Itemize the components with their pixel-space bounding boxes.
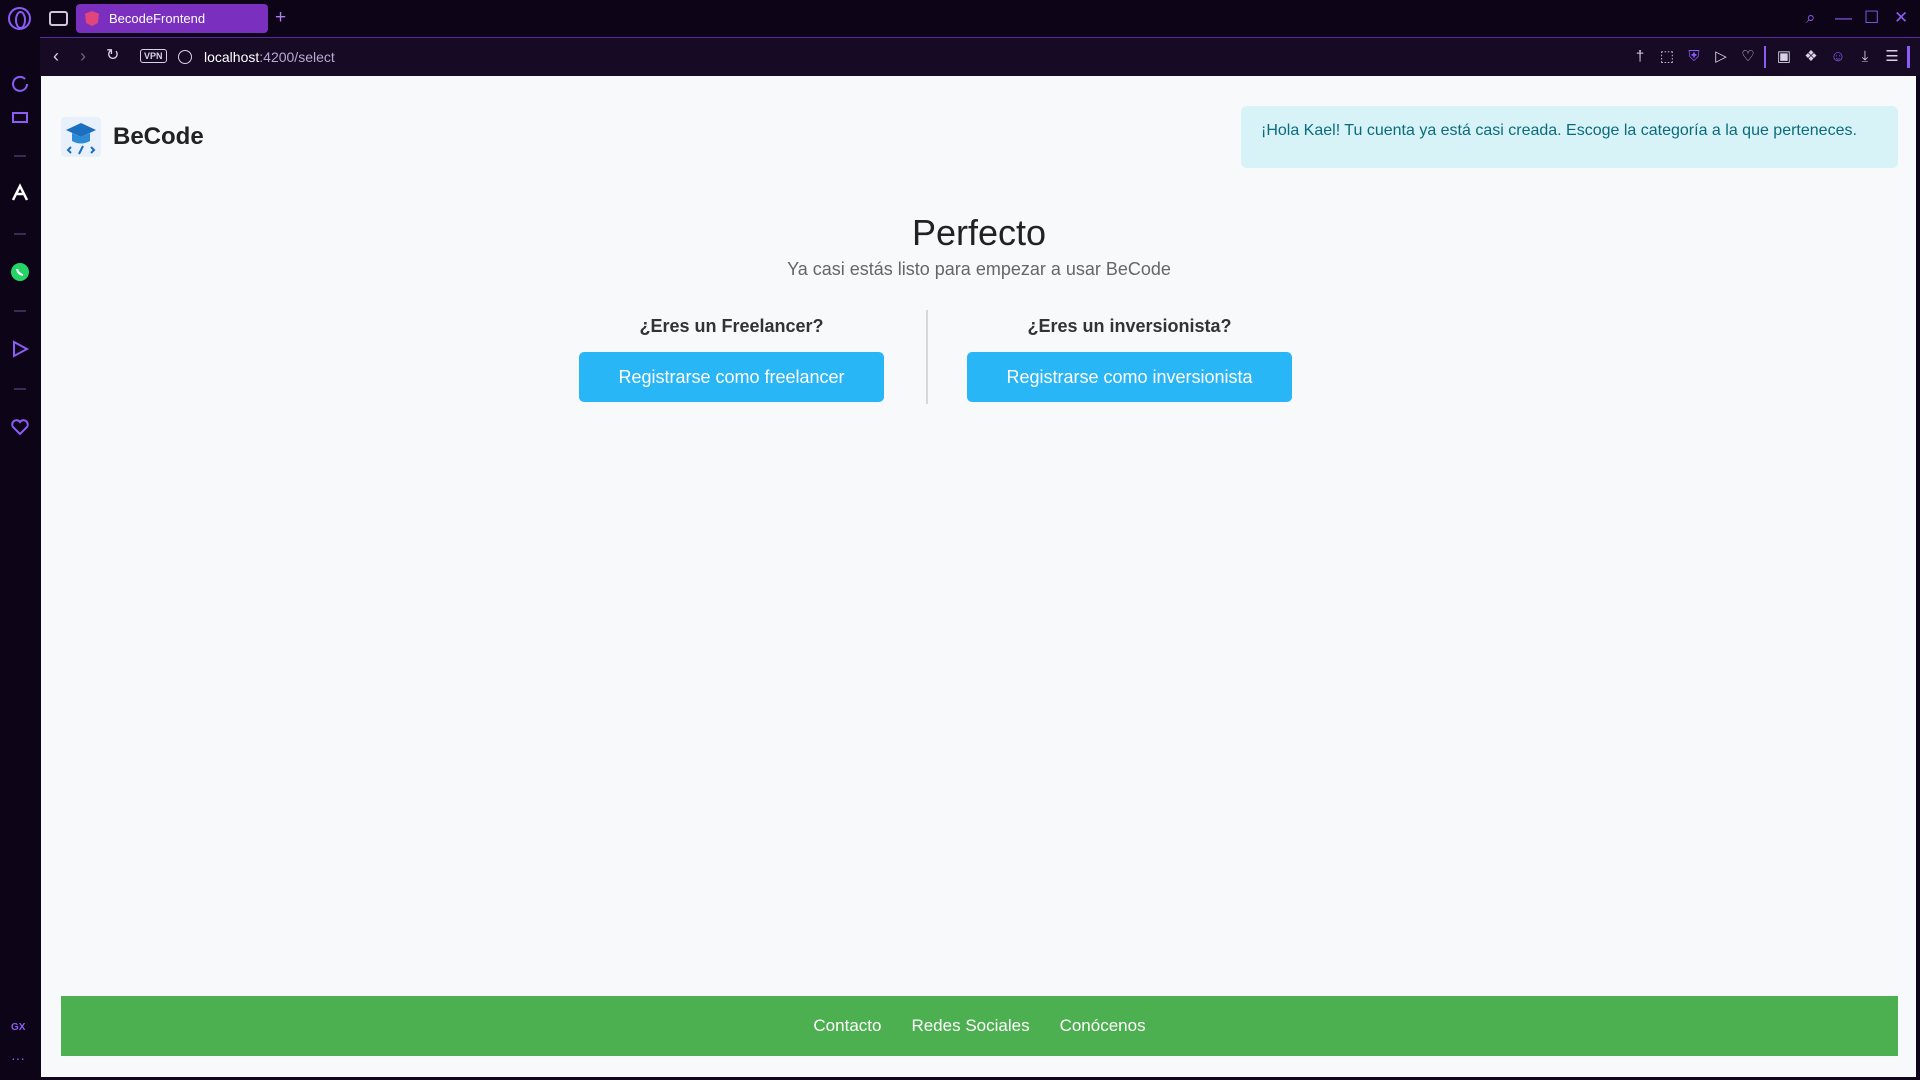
gx-sidebar: GX ··· bbox=[0, 37, 40, 1080]
sidebar-separator bbox=[14, 388, 26, 390]
gx-control-button[interactable]: GX bbox=[11, 1022, 25, 1033]
close-window-icon[interactable]: ✕ bbox=[1894, 8, 1908, 28]
investor-question: ¿Eres un inversionista? bbox=[1027, 316, 1232, 336]
history-icon[interactable] bbox=[10, 74, 30, 94]
shield-icon[interactable]: ⛨ bbox=[1685, 48, 1703, 66]
play-icon[interactable]: ▷ bbox=[1712, 48, 1730, 66]
tab-becodefrontend[interactable]: BecodeFrontend bbox=[76, 4, 268, 33]
page-title: Perfecto bbox=[911, 212, 1047, 253]
pin-icon[interactable]: † bbox=[1631, 48, 1649, 66]
snapshot-icon[interactable]: ⬚ bbox=[1658, 48, 1676, 66]
new-tab-button[interactable]: + bbox=[275, 6, 286, 30]
page-viewport: BeCode ¡Hola Kael! Tu cuenta ya está cas… bbox=[41, 76, 1916, 1077]
toolbar-edge-accent bbox=[1907, 46, 1910, 68]
wallet-icon[interactable]: ▣ bbox=[1775, 48, 1793, 66]
address-bar: ‹ › ↻ VPN localhost:4200/select † ⬚ ⛨ ▷ … bbox=[40, 37, 1920, 76]
column-divider bbox=[926, 310, 928, 404]
gx-corner-icon[interactable] bbox=[10, 106, 30, 126]
heart-icon[interactable] bbox=[10, 417, 30, 437]
register-investor-button[interactable]: Registrarse como inversionista bbox=[967, 352, 1292, 402]
menu-icon[interactable]: ☰ bbox=[1883, 48, 1901, 66]
freelancer-question: ¿Eres un Freelancer? bbox=[639, 316, 824, 336]
angular-favicon-icon bbox=[85, 11, 99, 26]
tab-switcher-icon[interactable] bbox=[49, 11, 68, 26]
player-icon[interactable] bbox=[10, 339, 30, 359]
page-subtitle: Ya casi estás listo para empezar a usar … bbox=[787, 259, 1171, 279]
welcome-alert: ¡Hola Kael! Tu cuenta ya está casi cread… bbox=[1241, 106, 1898, 168]
url-field[interactable]: localhost:4200/select bbox=[204, 49, 335, 65]
reload-icon[interactable]: ↻ bbox=[106, 46, 119, 66]
vpn-badge[interactable]: VPN bbox=[140, 49, 167, 63]
sidebar-more-icon[interactable]: ··· bbox=[11, 1050, 25, 1066]
register-freelancer-button[interactable]: Registrarse como freelancer bbox=[579, 352, 884, 402]
footer-link-contacto[interactable]: Contacto bbox=[813, 1016, 881, 1036]
sidebar-separator bbox=[14, 155, 26, 157]
profile-icon[interactable]: ☺ bbox=[1829, 48, 1847, 66]
footer-link-conocenos[interactable]: Conócenos bbox=[1060, 1016, 1146, 1036]
aria-ai-icon[interactable] bbox=[10, 183, 30, 203]
minimize-icon[interactable]: — bbox=[1835, 8, 1852, 28]
tab-title: BecodeFrontend bbox=[109, 11, 206, 26]
download-icon[interactable]: ⤓ bbox=[1856, 48, 1874, 66]
tab-bar: BecodeFrontend + ⌕ — ☐ ✕ bbox=[0, 0, 1920, 37]
footer-link-redes-sociales[interactable]: Redes Sociales bbox=[911, 1016, 1029, 1036]
opera-gx-logo-icon[interactable] bbox=[8, 7, 31, 30]
browser-window: BecodeFrontend + ⌕ — ☐ ✕ GX ··· ‹ › ↻ VP… bbox=[0, 0, 1920, 1080]
brand[interactable]: BeCode bbox=[61, 117, 204, 157]
footer: Contacto Redes Sociales Conócenos bbox=[61, 996, 1898, 1056]
toolbar-divider bbox=[1764, 46, 1766, 68]
brand-name: BeCode bbox=[113, 123, 204, 150]
heart-outline-icon[interactable]: ♡ bbox=[1739, 48, 1757, 66]
maximize-icon[interactable]: ☐ bbox=[1864, 8, 1879, 28]
becode-logo-icon bbox=[61, 117, 101, 157]
back-icon[interactable]: ‹ bbox=[53, 46, 59, 66]
url-path: :4200/select bbox=[259, 49, 335, 65]
sidebar-separator bbox=[14, 233, 26, 235]
forward-icon[interactable]: › bbox=[80, 46, 86, 66]
site-info-icon[interactable] bbox=[178, 50, 192, 64]
extensions-icon[interactable]: ❖ bbox=[1802, 48, 1820, 66]
sidebar-separator bbox=[14, 310, 26, 312]
search-icon[interactable]: ⌕ bbox=[1806, 8, 1816, 28]
whatsapp-icon[interactable] bbox=[10, 262, 30, 282]
url-host: localhost bbox=[204, 49, 260, 65]
